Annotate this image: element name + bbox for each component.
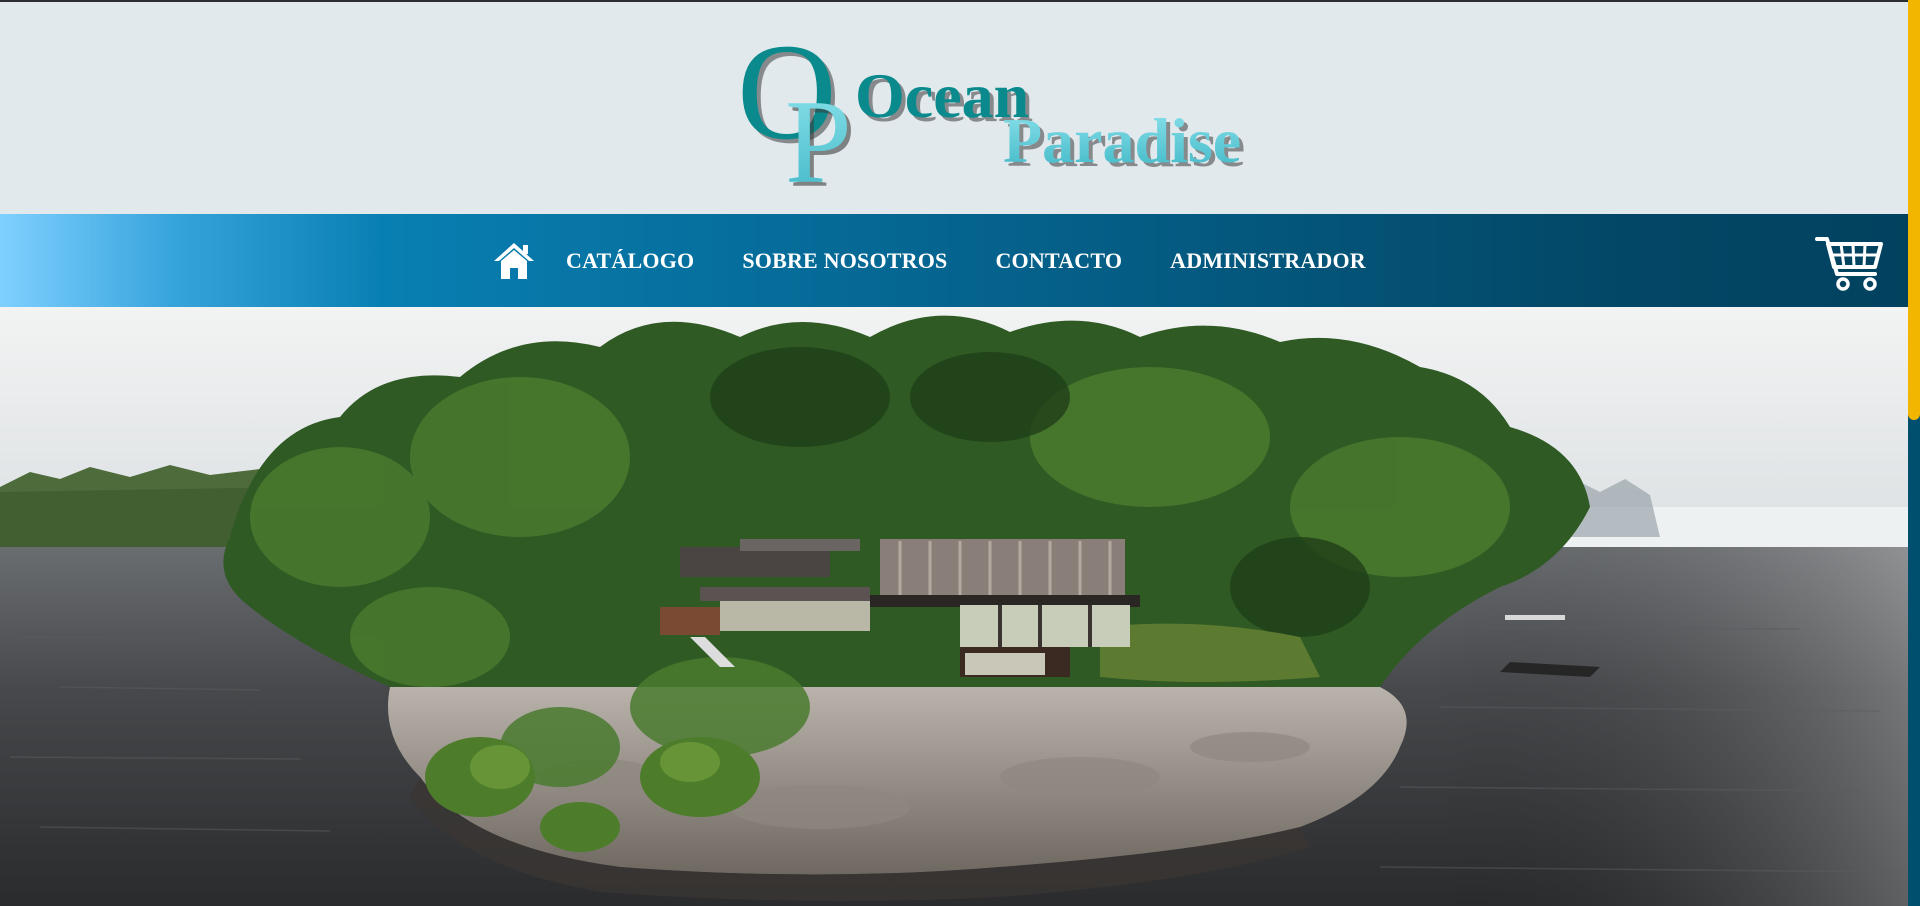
nav-link-administrador[interactable]: ADMINISTRADOR bbox=[1170, 248, 1366, 274]
island-house-photo bbox=[0, 307, 1908, 906]
site-header: O O P P Ocean Ocean Paradise Paradise bbox=[0, 2, 1908, 214]
nav-menu: CATÁLOGO SOBRE NOSOTROS CONTACTO ADMINIS… bbox=[492, 214, 1414, 307]
logo-word-paradise: Paradise bbox=[1003, 105, 1241, 176]
brand-logo[interactable]: O O P P Ocean Ocean Paradise Paradise bbox=[737, 15, 1285, 212]
scrollbar-thumb[interactable] bbox=[1908, 0, 1920, 420]
nav-link-catalogo[interactable]: CATÁLOGO bbox=[566, 248, 694, 274]
nav-link-contacto[interactable]: CONTACTO bbox=[995, 248, 1122, 274]
nav-link-sobre-nosotros[interactable]: SOBRE NOSOTROS bbox=[742, 248, 947, 274]
logo-monogram-p: P bbox=[785, 75, 852, 208]
brand-logo-graphic: O O P P Ocean Ocean Paradise Paradise bbox=[737, 15, 1245, 212]
shopping-cart-icon[interactable] bbox=[1815, 234, 1885, 294]
hero-image bbox=[0, 307, 1908, 906]
home-icon[interactable] bbox=[492, 241, 536, 281]
main-navigation: CATÁLOGO SOBRE NOSOTROS CONTACTO ADMINIS… bbox=[0, 214, 1908, 307]
